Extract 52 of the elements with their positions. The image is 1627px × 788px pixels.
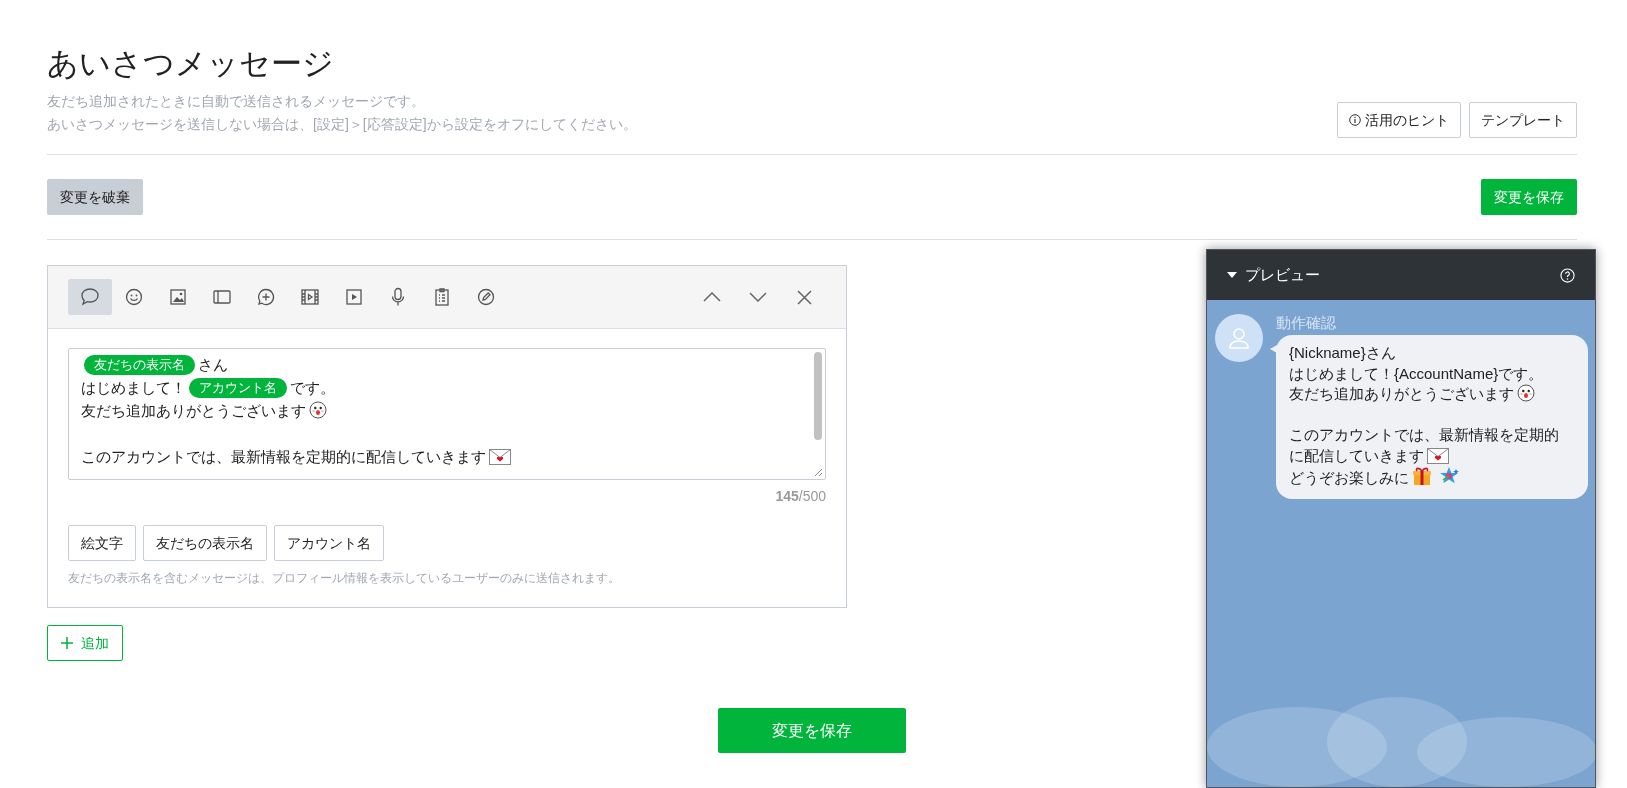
insert-button[interactable]: アカウント名 [274,525,384,561]
plus-icon [61,637,73,649]
image-icon [168,287,188,307]
note-text: 友だちの表示名を含むメッセージは、プロフィール情報を表示しているユーザーのみに送信されます。 [68,570,621,587]
character-counter: 145/500 [775,487,826,506]
preview-title: プレビュー [1245,264,1320,285]
add-bubble-icon [256,287,276,307]
message-text: に配信していきます [1289,446,1424,464]
pen-bubble-icon [476,287,496,307]
resize-handle-icon[interactable] [814,468,823,477]
gift-emoji-icon [1412,466,1432,486]
message-text: このアカウントでは、最新情報を定期的 [1289,426,1559,443]
preview-header[interactable]: プレビュー [1207,250,1595,300]
sender-name: 動作確認 [1276,314,1337,332]
discard-changes-button[interactable]: 変更を破棄 [47,179,143,215]
chevron-down-icon [749,292,767,302]
sparkle-star-emoji-icon [1439,466,1461,486]
message-text: 友だち追加ありがとうございます [81,402,306,419]
message-text: このアカウントでは、最新情報を定期的に配信していきます [81,448,486,465]
scrollbar[interactable] [814,352,822,440]
template-button[interactable]: テンプレート [1469,102,1577,138]
face-emoji-icon [1517,384,1535,402]
hints-button[interactable]: 活用のヒント [1337,102,1461,138]
card-icon [212,287,232,307]
toolbar-button[interactable] [68,279,112,315]
description-text: 友だち追加されたときに自動で送信されるメッセージです。 [47,92,426,111]
page-title: あいさつメッセージ [47,45,335,83]
message-text-area[interactable]: 友だちの表示名 さん はじめまして！ アカウント名 です。 友だち追加ありがとうございます このアカウントでは、最新情報を定期的に配信していきます [68,348,826,480]
caret-down-icon [1227,272,1237,278]
insert-button[interactable]: 友だちの表示名 [143,525,267,561]
help-icon[interactable] [1560,267,1575,283]
description-text: あいさつメッセージを送信しない場合は、[設定]＞[応答設定]から設定をオフにしてください。 [47,115,637,134]
message-text: はじめまして！{AccountName}です。 [1289,364,1544,382]
face-emoji-icon [309,401,327,419]
message-text: です。 [290,379,335,396]
message-text: 友だち追加ありがとうございます [1289,385,1514,402]
play-icon [344,287,364,307]
close-icon [796,289,812,305]
film-icon [300,287,320,307]
clipboard-icon [432,287,452,307]
info-icon [1349,114,1361,126]
speech-bubble-icon [80,287,100,307]
smiley-icon [124,287,144,307]
chevron-up-icon [703,292,721,302]
message-text: はじめまして！ [81,379,186,396]
person-icon [1229,327,1249,349]
envelope-emoji-icon [489,449,511,465]
insert-button[interactable]: 絵文字 [68,525,136,561]
message-text: どうぞお楽しみに [1289,469,1409,486]
message-text: {Nickname}さん [1289,344,1396,361]
message-text: さん [198,356,228,373]
envelope-emoji-icon [1427,447,1449,464]
